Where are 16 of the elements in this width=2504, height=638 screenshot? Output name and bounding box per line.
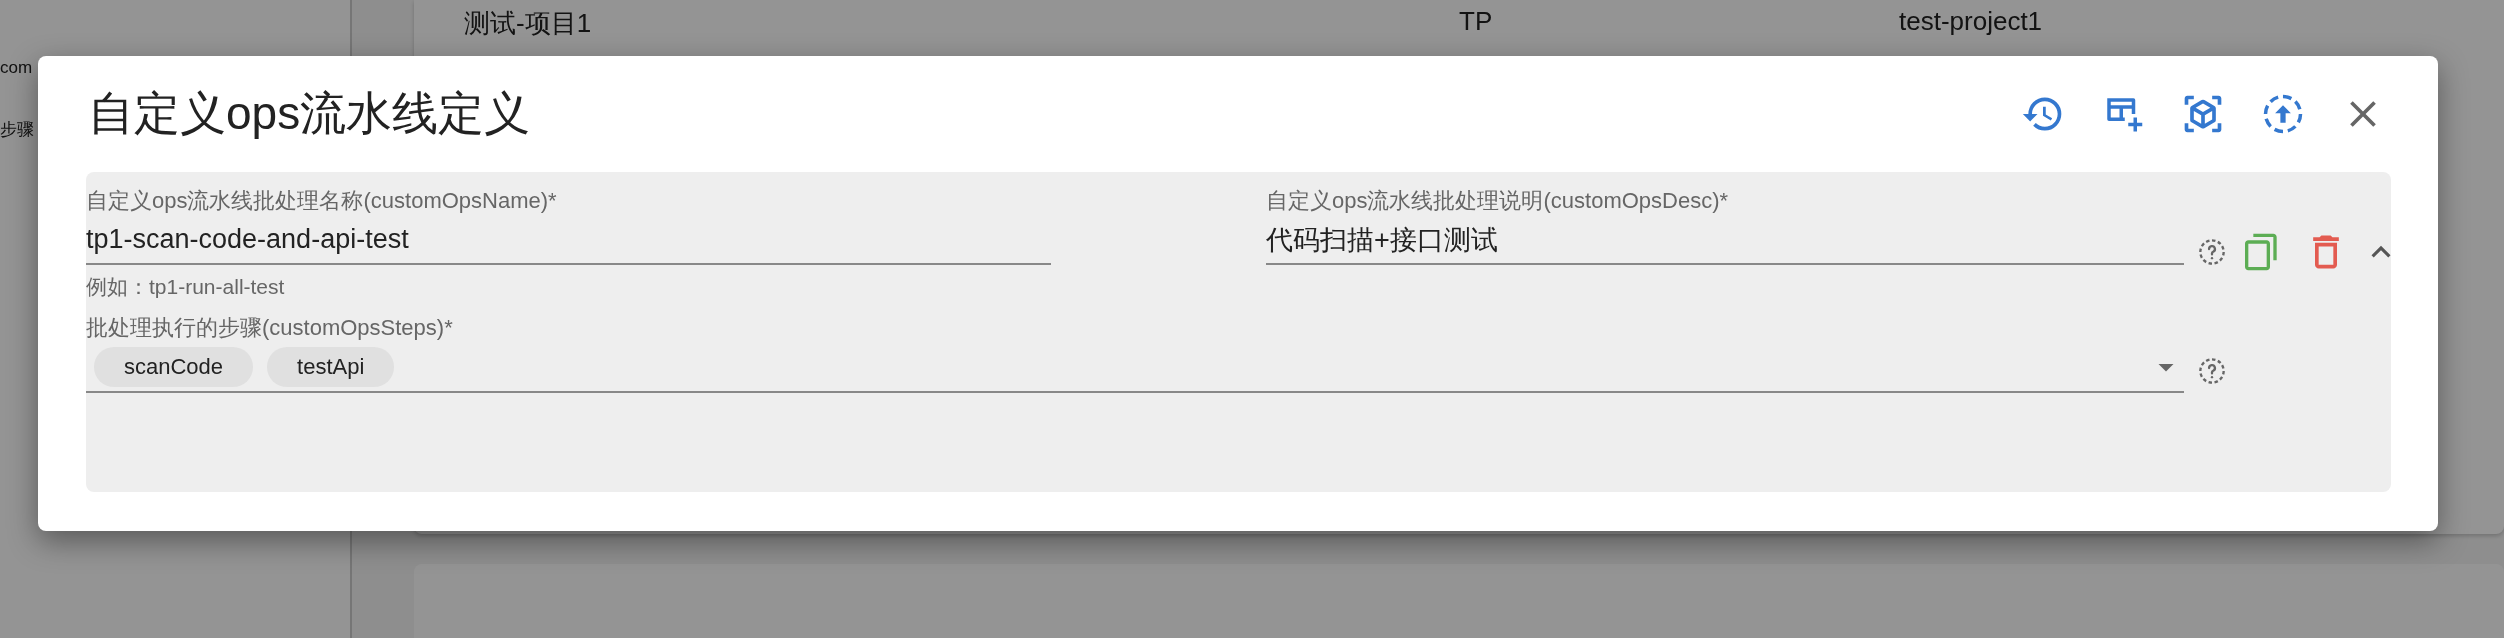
- table-cell-text: test-project1: [1899, 6, 2044, 37]
- table-cell-text: TP: [1459, 6, 1494, 37]
- helper-text: 例如：tp1-run-all-test: [86, 274, 286, 300]
- text-field[interactable]: 代码扫描+接口测试: [1266, 216, 2184, 265]
- select-field[interactable]: scanCode testApi: [86, 343, 2184, 393]
- field-label: 自定义ops流水线批处理说明(customOpsDesc)*: [1266, 187, 1730, 215]
- dialog-title: 自定义ops流水线定义: [87, 86, 531, 141]
- step-chip[interactable]: testApi: [267, 347, 395, 387]
- upload-button[interactable]: [2261, 92, 2305, 136]
- field-label: 批处理执行的步骤(customOpsSteps)*: [86, 314, 454, 342]
- help-icon[interactable]: [2198, 238, 2226, 266]
- field-label: 自定义ops流水线批处理名称(customOpsName)*: [86, 187, 558, 215]
- table-cell-text: 测试-项目1: [464, 7, 593, 40]
- step-chip[interactable]: scanCode: [94, 347, 254, 387]
- help-icon[interactable]: [2198, 357, 2226, 385]
- text-field[interactable]: tp1-scan-code-and-api-test: [86, 216, 1051, 265]
